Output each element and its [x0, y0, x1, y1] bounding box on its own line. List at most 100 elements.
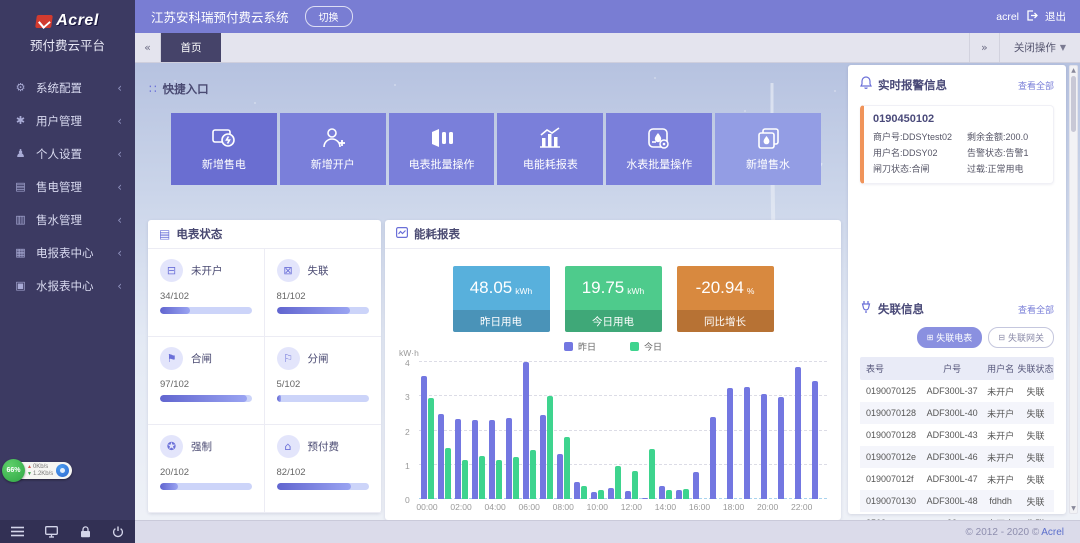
quick-entry-button[interactable]: 电表批量操作	[389, 113, 495, 185]
y-tick-label: 4	[405, 358, 410, 368]
energy-report-panel: 能耗报表 48.05kWh 昨日用电 19.75kWh 今日用电 -20.94%…	[385, 220, 841, 520]
grid-dots-icon: ∷	[149, 82, 157, 96]
speed-overlay-widget[interactable]: 66% 0Kb/s 1.2Kb/s	[2, 459, 72, 482]
speed-percent-ball[interactable]: 66%	[2, 459, 25, 482]
table-row[interactable]: 0190070125ADF300L-37 未开户失联	[860, 380, 1054, 402]
logout-button[interactable]: 退出	[1045, 9, 1066, 24]
bar-group[interactable]: 04:00	[487, 362, 503, 499]
bar-group[interactable]: 00:00	[419, 362, 435, 499]
scrollbar-thumb[interactable]	[1071, 76, 1076, 132]
bar-group[interactable]: 16:00	[692, 362, 708, 499]
browser-icon[interactable]	[56, 464, 69, 477]
meter-status-card[interactable]: ⚑ 合闸 97/102	[148, 337, 265, 425]
quick-entry-button[interactable]: 新增开户	[280, 113, 386, 185]
bar-group[interactable]: 14:00	[657, 362, 673, 499]
chevron-collapse-icon: ‹	[117, 114, 122, 128]
bar-group[interactable]	[606, 362, 622, 499]
bar-group[interactable]	[709, 362, 725, 499]
gateway-small-icon: ⊟	[998, 333, 1005, 342]
alarm-view-all-link[interactable]: 查看全部	[1018, 79, 1054, 92]
sidebar-item[interactable]: ▦ 电报表中心 ‹	[0, 236, 135, 269]
offline-meter-button[interactable]: ⊞ 失联电表	[917, 327, 983, 348]
meter-status-card[interactable]: ⊟ 未开户 34/102	[148, 249, 265, 337]
meter-status-card[interactable]: ✪ 强制 20/102	[148, 425, 265, 513]
status-progress-track	[160, 483, 252, 490]
bar-group[interactable]	[470, 362, 486, 499]
water-report-center-icon: ▣	[13, 279, 28, 292]
status-progress-track	[277, 307, 370, 314]
alarm-meter-number: 0190450102	[873, 113, 1044, 125]
close-operations-dropdown[interactable]: 关闭操作 ▼	[999, 33, 1080, 62]
quick-entry-button[interactable]: 水表批量操作	[606, 113, 712, 185]
bar-group[interactable]: 08:00	[555, 362, 571, 499]
switch-open-icon: ⚐	[277, 347, 300, 370]
logo-block: Acrel 预付费云平台	[0, 0, 135, 54]
sidebar-item[interactable]: ▤ 售电管理 ‹	[0, 170, 135, 203]
legend-item[interactable]: 昨日	[564, 340, 596, 353]
chevron-collapse-icon: ‹	[117, 279, 122, 293]
alarm-field: 剩余金额:200.0	[967, 130, 1044, 143]
bar-group[interactable]	[811, 362, 827, 499]
bar-group[interactable]	[777, 362, 793, 499]
y-tick-label: 3	[405, 392, 410, 402]
double-chevron-left-icon[interactable]: «	[135, 33, 161, 62]
exit-icon[interactable]	[1026, 8, 1038, 26]
menu-icon[interactable]	[11, 526, 24, 537]
bar-group[interactable]	[743, 362, 759, 499]
offline-gateway-button[interactable]: ⊟ 失联网关	[988, 327, 1054, 348]
scroll-down-arrow[interactable]: ▼	[1070, 504, 1077, 513]
tab-bar: « 首页 » 关闭操作 ▼	[135, 33, 1080, 63]
logo-text: Acrel	[56, 12, 99, 30]
quick-entry-button[interactable]: 电能耗报表	[497, 113, 603, 185]
bar-group[interactable]	[640, 362, 656, 499]
sidebar-item[interactable]: ⚙ 系统配置 ‹	[0, 71, 135, 104]
bar-group[interactable]	[538, 362, 554, 499]
table-row[interactable]: 019007012eADF300L-46 未开户失联	[860, 446, 1054, 468]
quick-entry-buttons: 新增售电 新增开户 电表批量操作 电能耗报表 水表批量操作 新增售水	[171, 113, 821, 185]
bar-group[interactable]: 06:00	[521, 362, 537, 499]
table-row[interactable]: 019007012fADF300L-47 未开户失联	[860, 468, 1054, 490]
x-tick-label: 06:00	[519, 502, 540, 512]
lock-icon[interactable]	[80, 526, 91, 538]
meter-status-card[interactable]: ⊠ 失联 81/102	[265, 249, 382, 337]
bar-group[interactable]: 20:00	[760, 362, 776, 499]
right-panel-scrollbar[interactable]: ▲ ▼	[1069, 65, 1078, 514]
table-row[interactable]: 256399 未开户失联	[860, 512, 1054, 520]
bar-group[interactable]: 02:00	[453, 362, 469, 499]
status-value: 34/102	[160, 291, 252, 302]
bar-group[interactable]: 22:00	[794, 362, 810, 499]
sidebar-item[interactable]: ✱ 用户管理 ‹	[0, 104, 135, 137]
quick-entry-button[interactable]: 新增售电	[171, 113, 277, 185]
sidebar-item[interactable]: ▥ 售水管理 ‹	[0, 203, 135, 236]
bar-group[interactable]: 12:00	[623, 362, 639, 499]
double-chevron-right-icon[interactable]: »	[969, 33, 999, 62]
offline-view-all-link[interactable]: 查看全部	[1018, 303, 1054, 316]
copyright-text: © 2012 - 2020 ©	[966, 527, 1040, 538]
alarm-card[interactable]: 0190450102 商户号:DDSYtest02剩余金额:200.0用户名:D…	[860, 105, 1054, 184]
table-row[interactable]: 0190070128ADF300L-43 未开户失联	[860, 424, 1054, 446]
x-tick-label: 22:00	[791, 502, 812, 512]
quick-entry-button[interactable]: 新增售水	[715, 113, 821, 185]
bar-group[interactable]	[572, 362, 588, 499]
scroll-up-arrow[interactable]: ▲	[1070, 66, 1077, 75]
tab-home[interactable]: 首页	[161, 33, 221, 62]
bar-group[interactable]: 10:00	[589, 362, 605, 499]
meter-status-card[interactable]: ⌂ 预付费 82/102	[265, 425, 382, 513]
legend-item[interactable]: 今日	[630, 340, 662, 353]
bar-group[interactable]	[436, 362, 452, 499]
meter-status-card[interactable]: ⚐ 分闸 5/102	[265, 337, 382, 425]
bar-group[interactable]: 18:00	[726, 362, 742, 499]
power-icon[interactable]	[112, 526, 124, 538]
table-row[interactable]: 0190070130ADF300L-48 fdhdh失联	[860, 490, 1054, 512]
kpi-box: 48.05kWh 昨日用电	[453, 266, 550, 332]
bar-group[interactable]	[504, 362, 520, 499]
sidebar-item[interactable]: ▣ 水报表中心 ‹	[0, 269, 135, 302]
monitor-icon[interactable]	[45, 526, 58, 538]
table-row[interactable]: 0190070128ADF300L-40 未开户失联	[860, 402, 1054, 424]
switch-system-button[interactable]: 切换	[305, 6, 353, 27]
bar-group[interactable]	[674, 362, 690, 499]
bell-icon	[860, 76, 872, 94]
y-tick-label: 0	[405, 495, 410, 505]
sidebar-item[interactable]: ♟ 个人设置 ‹	[0, 137, 135, 170]
footer: © 2012 - 2020 © Acrel	[135, 520, 1080, 543]
